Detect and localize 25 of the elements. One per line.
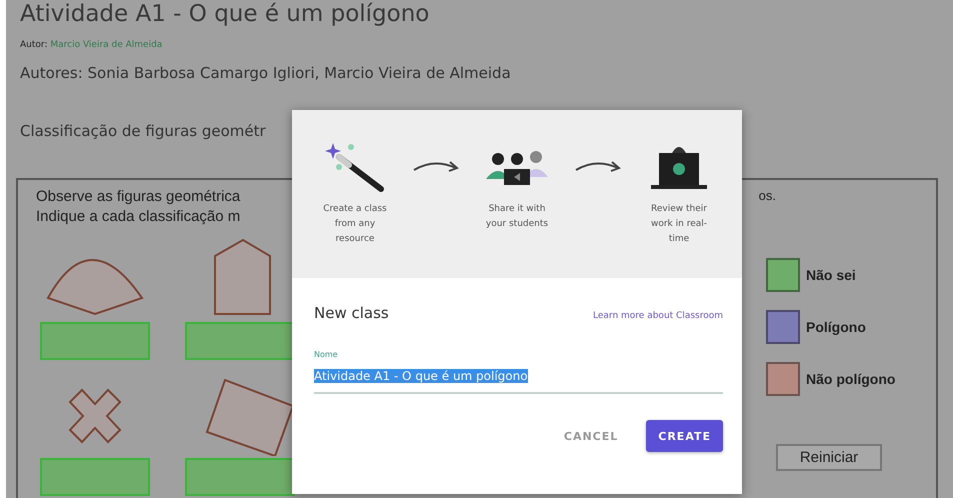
instruction-text: Observe as figuras geométrica — [36, 188, 240, 207]
reset-button[interactable]: Reiniciar — [776, 444, 882, 471]
category-label: Não sei — [806, 267, 856, 283]
authors-text: Autores: Sonia Barbosa Camargo Igliori, Marcio Vieira de Almeida — [20, 64, 512, 82]
dialog-title: New class — [314, 304, 389, 322]
step-caption: Create a class from any resource — [322, 203, 388, 246]
category-swatch[interactable] — [766, 310, 800, 344]
category-label: Não polígono — [806, 371, 896, 387]
step-caption: Share it with your students — [484, 203, 550, 231]
name-field[interactable]: Atividade A1 - O que é um polígono — [314, 363, 723, 394]
field-label: Nome — [314, 350, 339, 359]
instruction-text: Indique a cada classificação m — [36, 208, 240, 227]
step-caption: Review their work in real-time — [650, 203, 708, 246]
learn-more-link[interactable]: Learn more about Classroom — [593, 311, 723, 321]
category-swatch[interactable] — [766, 258, 800, 292]
category-swatch[interactable] — [766, 362, 800, 396]
section-title: Classificação de figuras geométr — [20, 122, 267, 140]
cancel-button[interactable]: CANCEL — [552, 420, 630, 452]
instruction-text: os. — [758, 188, 776, 205]
create-button[interactable]: CREATE — [646, 420, 723, 452]
page-title: Atividade A1 - O que é um polígono — [20, 0, 430, 28]
answer-slot[interactable] — [185, 322, 295, 360]
author-line: Autor: Marcio Vieira de Almeida — [20, 40, 164, 50]
answer-slot[interactable] — [185, 458, 295, 496]
category-label: Polígono — [806, 319, 866, 335]
